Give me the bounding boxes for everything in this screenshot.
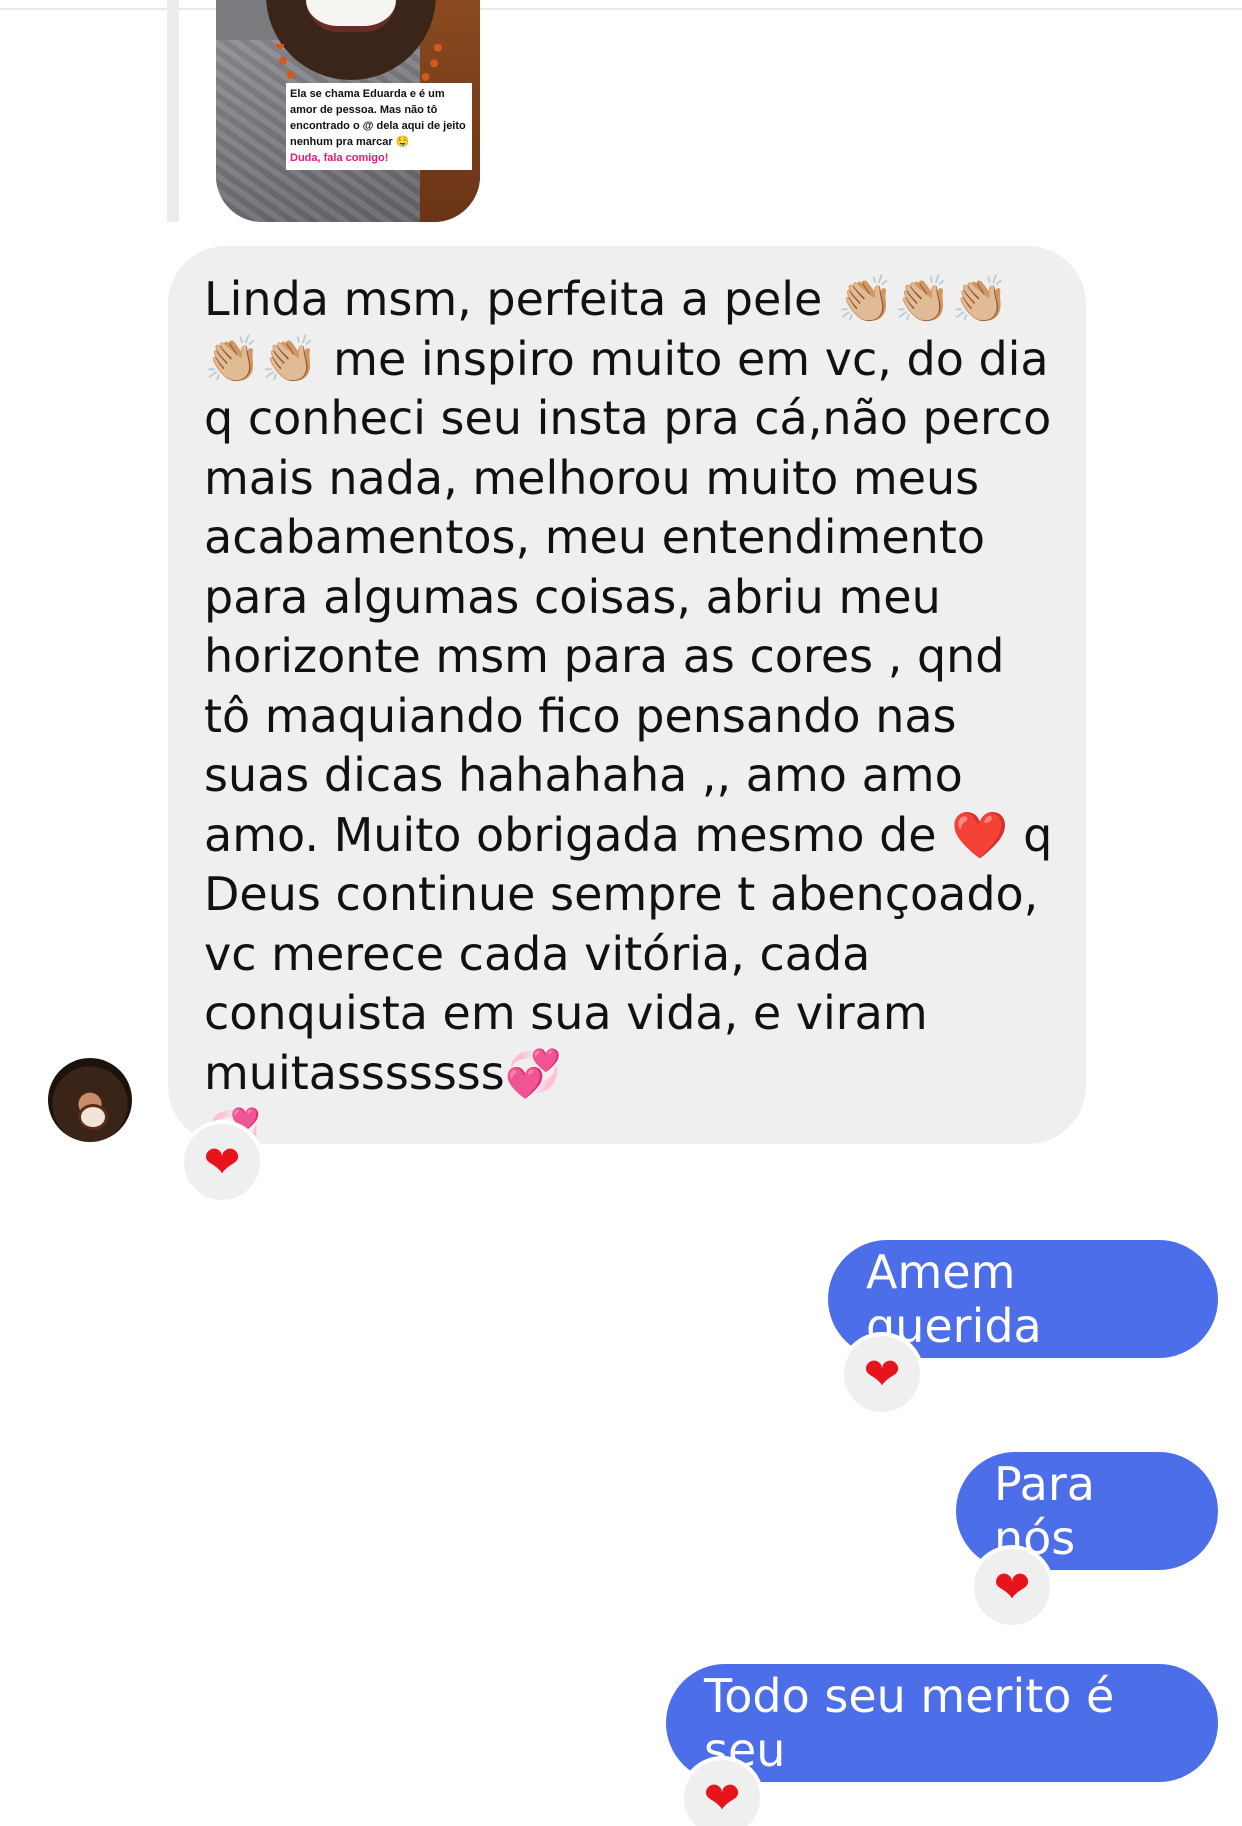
story-caption-highlight: Duda, fala comigo! bbox=[290, 152, 389, 164]
red-heart-icon[interactable]: ❤ bbox=[180, 1120, 264, 1204]
story-reply-thumbnail[interactable]: Ela se chama Eduarda e é um amor de pess… bbox=[216, 0, 480, 222]
incoming-message-bubble[interactable]: Linda msm, perfeita a pele 👏🏼👏🏼👏🏼 👏🏼👏🏼 m… bbox=[168, 246, 1086, 1159]
sender-avatar[interactable] bbox=[48, 1058, 132, 1142]
avatar-face-detail bbox=[78, 1104, 108, 1130]
outgoing-message-text: Amem querida bbox=[866, 1245, 1042, 1353]
story-caption-text: Ela se chama Eduarda e é um amor de pess… bbox=[290, 88, 466, 148]
red-heart-icon[interactable]: ❤ bbox=[970, 1545, 1054, 1629]
header-divider bbox=[0, 8, 1242, 10]
red-heart-icon[interactable]: ❤ bbox=[840, 1332, 924, 1416]
outgoing-message-bubble[interactable]: Todo seu merito é seu bbox=[666, 1664, 1218, 1782]
story-caption: Ela se chama Eduarda e é um amor de pess… bbox=[286, 83, 472, 170]
story-reply-quote-bar bbox=[167, 0, 179, 222]
incoming-message-text: Linda msm, perfeita a pele 👏🏼👏🏼👏🏼 👏🏼👏🏼 m… bbox=[204, 272, 1053, 1159]
outgoing-message-text: Todo seu merito é seu bbox=[704, 1669, 1115, 1777]
chat-thread: Ela se chama Eduarda e é um amor de pess… bbox=[0, 0, 1242, 1826]
